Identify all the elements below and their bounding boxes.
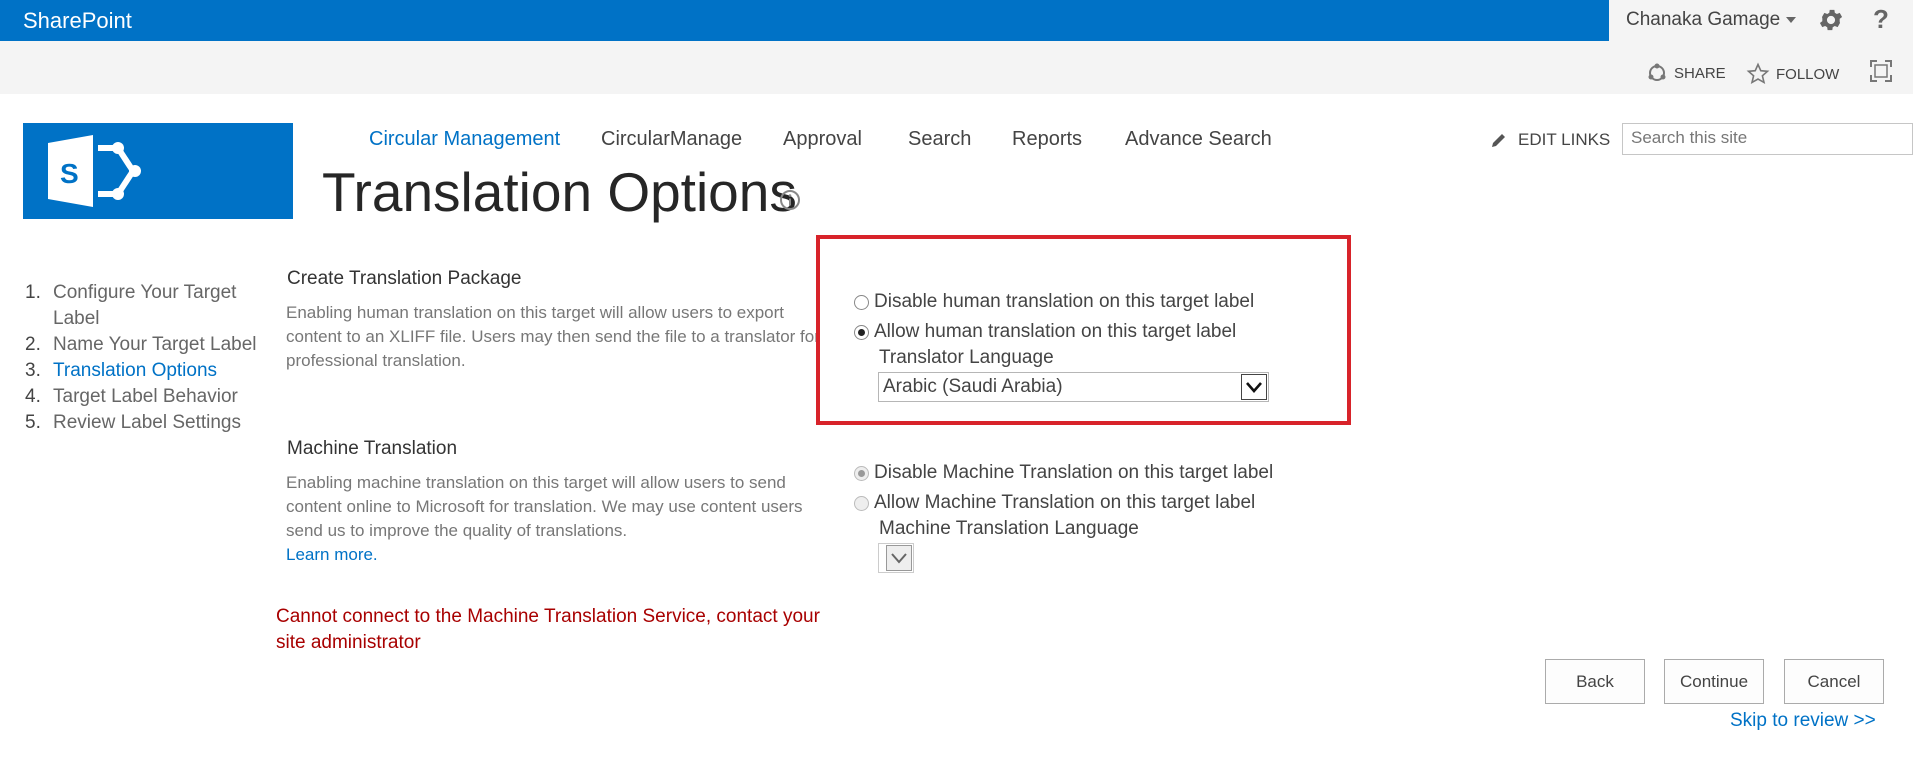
search-input[interactable] bbox=[1623, 124, 1909, 152]
radio-allow-machine[interactable] bbox=[854, 495, 869, 511]
sharepoint-logo-icon: S bbox=[48, 135, 141, 207]
step-label: Target Label Behavior bbox=[53, 386, 238, 407]
machine-translation-description: Enabling machine translation on this tar… bbox=[286, 471, 826, 567]
human-translation-heading: Create Translation Package bbox=[287, 268, 522, 289]
gear-icon[interactable] bbox=[1817, 6, 1845, 34]
error-message: Cannot connect to the Machine Translatio… bbox=[276, 606, 820, 653]
translator-language-select[interactable]: Arabic (Saudi Arabia) bbox=[878, 372, 1269, 402]
nav-item-search[interactable]: Search bbox=[908, 128, 971, 151]
radio-disable-human[interactable] bbox=[854, 294, 869, 310]
follow-button[interactable]: FOLLOW bbox=[1746, 62, 1839, 86]
sharepoint-brand-link[interactable]: SharePoint bbox=[23, 8, 132, 34]
step-number: 5. bbox=[25, 412, 41, 433]
share-label: SHARE bbox=[1674, 64, 1726, 82]
machine-translation-language-label: Machine Translation Language bbox=[879, 518, 1139, 539]
nav-item-approval[interactable]: Approval bbox=[783, 128, 862, 151]
follow-label: FOLLOW bbox=[1776, 65, 1840, 83]
caret-down-icon bbox=[1786, 16, 1797, 23]
step-number: 2. bbox=[25, 334, 41, 355]
allow-machine-translation-option[interactable]: Allow Machine Translation on this target… bbox=[854, 492, 1255, 514]
machine-translation-heading: Machine Translation bbox=[287, 438, 458, 459]
selected-language: Arabic (Saudi Arabia) bbox=[883, 376, 1063, 397]
translator-language-label: Translator Language bbox=[879, 347, 1054, 368]
brand-bar bbox=[0, 0, 1609, 41]
step-number: 4. bbox=[25, 386, 41, 407]
wizard-steps: 1. Configure Your Target Label 2. Name You… bbox=[25, 280, 275, 436]
disable-machine-translation-option[interactable]: Disable Machine Translation on this targ… bbox=[854, 462, 1273, 484]
page-title: Translation Options bbox=[322, 161, 797, 223]
step-item-current[interactable]: 3. Translation Options bbox=[25, 358, 275, 384]
option-label: Disable Machine Translation on this targ… bbox=[874, 462, 1274, 483]
radio-disable-machine[interactable] bbox=[854, 465, 869, 481]
step-item[interactable]: 1. Configure Your Target Label bbox=[25, 280, 275, 332]
nav-item-circularmanage[interactable]: CircularManage bbox=[601, 128, 742, 151]
nav-item-reports[interactable]: Reports bbox=[1012, 128, 1082, 151]
continue-button[interactable]: Continue bbox=[1664, 659, 1764, 704]
step-item[interactable]: 4. Target Label Behavior bbox=[25, 384, 275, 410]
user-menu[interactable]: Chanaka Gamage bbox=[1626, 9, 1797, 31]
back-button[interactable]: Back bbox=[1545, 659, 1645, 704]
dropdown-button[interactable] bbox=[886, 545, 912, 571]
disable-human-translation-option[interactable]: Disable human translation on this target… bbox=[854, 291, 1254, 313]
step-number: 1. bbox=[25, 282, 41, 303]
nav-item-advance-search[interactable]: Advance Search bbox=[1125, 128, 1272, 151]
step-item[interactable]: 2. Name Your Target Label bbox=[25, 332, 275, 358]
nav-item-circular-management[interactable]: Circular Management bbox=[369, 128, 560, 151]
machine-description-text: Enabling machine translation on this tar… bbox=[286, 473, 803, 540]
option-label: Allow Machine Translation on this target… bbox=[874, 492, 1256, 513]
dropdown-button[interactable] bbox=[1241, 374, 1267, 400]
step-item[interactable]: 5. Review Label Settings bbox=[25, 410, 275, 436]
machine-language-select[interactable] bbox=[878, 543, 914, 573]
star-icon bbox=[1746, 62, 1770, 85]
share-icon bbox=[1648, 63, 1666, 81]
option-label: Disable human translation on this target… bbox=[874, 291, 1255, 312]
step-label: Configure Your Target Label bbox=[53, 282, 237, 329]
chevron-down-icon bbox=[1246, 382, 1262, 393]
chevron-down-icon bbox=[891, 553, 907, 564]
skip-to-review-link[interactable]: Skip to review >> bbox=[1730, 710, 1876, 732]
share-button[interactable]: SHARE bbox=[1646, 62, 1726, 84]
human-translation-description: Enabling human translation on this targe… bbox=[286, 303, 820, 370]
pencil-icon bbox=[1492, 134, 1505, 147]
edit-links-label: EDIT LINKS bbox=[1518, 130, 1611, 149]
cancel-button[interactable]: Cancel bbox=[1784, 659, 1884, 704]
step-label: Name Your Target Label bbox=[53, 334, 257, 355]
allow-human-translation-option[interactable]: Allow human translation on this target l… bbox=[854, 321, 1236, 343]
step-label: Translation Options bbox=[53, 360, 218, 381]
edit-links-button[interactable]: EDIT LINKS bbox=[1490, 130, 1610, 150]
step-number: 3. bbox=[25, 360, 41, 381]
step-label: Review Label Settings bbox=[53, 412, 241, 433]
learn-more-link[interactable]: Learn more. bbox=[286, 545, 378, 564]
radio-allow-human[interactable] bbox=[854, 324, 869, 340]
help-icon[interactable]: ? bbox=[1873, 4, 1889, 35]
focus-content-icon[interactable] bbox=[1869, 59, 1893, 83]
user-name: Chanaka Gamage bbox=[1626, 9, 1781, 30]
site-logo[interactable]: S bbox=[23, 123, 293, 219]
option-label: Allow human translation on this target l… bbox=[874, 321, 1237, 342]
svg-text:S: S bbox=[60, 158, 79, 189]
search-box bbox=[1622, 123, 1913, 155]
ribbon-bar bbox=[0, 41, 1913, 94]
info-icon[interactable] bbox=[779, 189, 801, 211]
